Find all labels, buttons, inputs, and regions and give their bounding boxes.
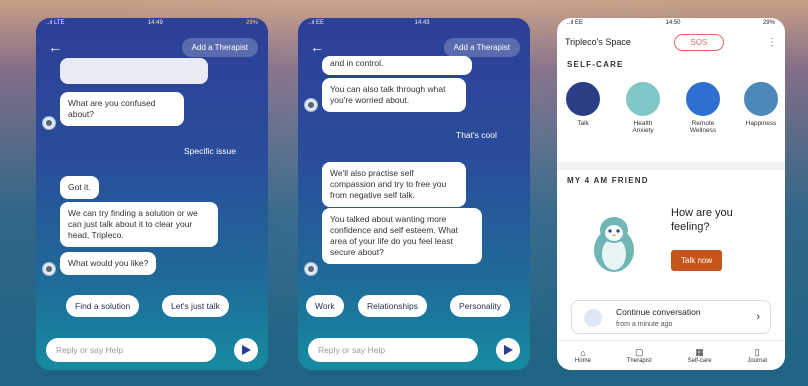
- chip-personality[interactable]: Personality: [450, 295, 511, 317]
- talk-icon: [566, 82, 600, 116]
- remote-wellness-icon: [686, 82, 720, 116]
- phone-screen-3: ..ıl EE 14:50 29% Tripleco's Space SOS ⋮…: [557, 18, 785, 370]
- nav-label: Journal: [747, 358, 768, 364]
- status-bar: ..ıl LTE 14:49 29%: [36, 20, 268, 30]
- bot-avatar: [304, 98, 318, 112]
- status-time: 14:43: [414, 20, 430, 26]
- sos-button[interactable]: SOS: [673, 33, 725, 51]
- how-are-you-question: How are you feeling?: [671, 207, 733, 233]
- back-arrow-icon[interactable]: ←: [46, 39, 64, 55]
- status-bar: ..ıl EE 14:50 29%: [557, 20, 785, 30]
- nav-label: Therapist: [626, 358, 652, 364]
- status-time: 14:50: [665, 20, 681, 26]
- journal-icon: ▯: [754, 347, 760, 357]
- selfcare-label: Remote Wellness: [689, 120, 717, 134]
- status-battery: 29%: [245, 20, 258, 26]
- bot-message: We can try finding a solution or we can …: [60, 202, 218, 247]
- home-icon: ⌂: [580, 347, 586, 358]
- bot-message: You can also talk through what you're wo…: [322, 78, 466, 112]
- status-signal: ..ıl LTE: [46, 20, 65, 26]
- bottom-nav: ⌂ Home ▢ Therapist ▦ Self-care ▯ Journal: [557, 340, 785, 370]
- talk-now-button[interactable]: Talk now: [671, 250, 723, 271]
- selfcare-label: Talk: [577, 120, 589, 127]
- back-arrow-icon[interactable]: ←: [308, 39, 326, 55]
- send-button[interactable]: [234, 338, 258, 362]
- friend-card: MY 4 AM FRIEND How are you feeling? Talk…: [557, 162, 785, 302]
- penguin-avatar-icon: [584, 309, 602, 327]
- section-title-friend: MY 4 AM FRIEND: [567, 176, 649, 185]
- section-title-self-care: SELF-CARE: [567, 60, 624, 69]
- status-signal: ..ıl EE: [567, 20, 584, 26]
- bot-avatar: [42, 116, 56, 130]
- selfcare-label: Health Anxiety: [632, 120, 654, 134]
- phone-screen-2: ..ıl EE 14:43 ← Add a Therapist and in c…: [298, 18, 530, 370]
- status-signal: ..ıl EE: [308, 20, 325, 26]
- selfcare-item-happiness[interactable]: Happiness: [741, 82, 781, 127]
- selfcare-item-remote-wellness[interactable]: Remote Wellness: [683, 82, 723, 134]
- penguin-illustration: [594, 217, 634, 272]
- status-time: 14:49: [147, 20, 163, 26]
- faded-message: [60, 58, 208, 84]
- chip-work[interactable]: Work: [306, 295, 344, 317]
- continue-title: Continue conversation: [616, 307, 701, 317]
- user-reply: That's cool: [456, 130, 497, 140]
- health-anxiety-icon: [626, 82, 660, 116]
- continue-subtitle: from a minute ago: [616, 321, 673, 328]
- top-bar: ← Add a Therapist: [46, 36, 258, 58]
- chevron-right-icon: ›: [756, 311, 760, 323]
- phone-screen-1: ..ıl LTE 14:49 29% ← Add a Therapist Wha…: [36, 18, 268, 370]
- page-title: Tripleco's Space: [565, 37, 631, 47]
- happiness-icon: [744, 82, 778, 116]
- bot-message: and in control.: [322, 56, 472, 75]
- nav-home[interactable]: ⌂ Home: [575, 348, 591, 364]
- bot-message: What are you confused about?: [60, 92, 184, 126]
- add-therapist-button[interactable]: Add a Therapist: [181, 37, 258, 57]
- header: Tripleco's Space SOS ⋮: [565, 32, 777, 52]
- bot-message: We'll also practise self compassion and …: [322, 162, 466, 207]
- send-button[interactable]: [496, 338, 520, 362]
- selfcare-item-talk[interactable]: Talk: [563, 82, 603, 127]
- bot-message: Got it.: [60, 176, 99, 199]
- nav-therapist[interactable]: ▢ Therapist: [627, 347, 652, 364]
- more-menu-icon[interactable]: ⋮: [767, 37, 777, 48]
- nav-label: Self-care: [687, 358, 712, 364]
- reply-input[interactable]: Reply or say Help: [308, 338, 478, 362]
- nav-journal[interactable]: ▯ Journal: [747, 347, 767, 364]
- therapist-icon: ▢: [634, 347, 644, 357]
- reply-input[interactable]: Reply or say Help: [46, 338, 216, 362]
- status-bar: ..ıl EE 14:43: [298, 20, 530, 30]
- send-icon: [503, 345, 513, 355]
- continue-conversation-card[interactable]: Continue conversation from a minute ago …: [571, 300, 771, 334]
- bot-message: What would you like?: [60, 252, 157, 275]
- status-battery: 29%: [762, 20, 775, 26]
- chip-relationships[interactable]: Relationships: [358, 295, 428, 317]
- selfcare-label: Happiness: [745, 120, 777, 127]
- bot-avatar: [42, 262, 56, 276]
- chip-find-solution[interactable]: Find a solution: [66, 295, 140, 317]
- nav-label: Home: [574, 357, 591, 364]
- add-therapist-button[interactable]: Add a Therapist: [443, 37, 520, 57]
- top-bar: ← Add a Therapist: [308, 36, 520, 58]
- user-reply: Specific issue: [184, 146, 236, 156]
- send-icon: [241, 345, 251, 355]
- chip-lets-just-talk[interactable]: Let's just talk: [162, 295, 229, 317]
- selfcare-item-health-anxiety[interactable]: Health Anxiety: [623, 82, 663, 134]
- bot-avatar: [304, 262, 318, 276]
- bot-message: You talked about wanting more confidence…: [322, 208, 482, 264]
- nav-self-care[interactable]: ▦ Self-care: [688, 347, 712, 364]
- self-care-icon: ▦: [695, 347, 704, 357]
